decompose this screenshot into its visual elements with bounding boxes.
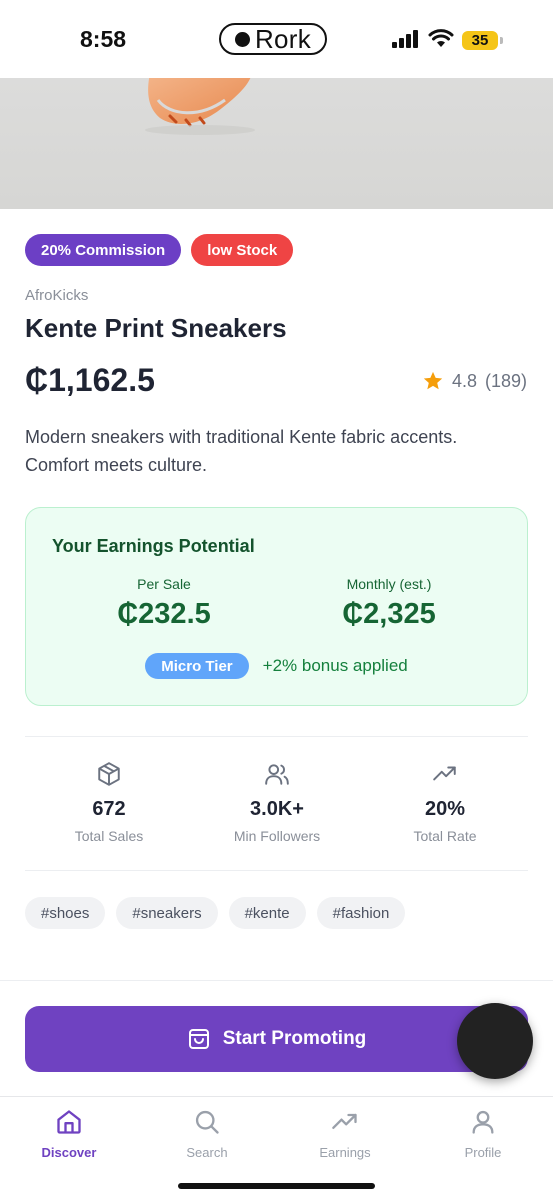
per-sale-column: Per Sale ₵232.5: [64, 576, 264, 631]
shopping-bag-icon: [188, 1029, 209, 1049]
stat-label: Total Rate: [413, 828, 477, 844]
tier-badge: Micro Tier: [145, 653, 249, 679]
tab-label: Search: [186, 1145, 228, 1160]
stat-value: 3.0K+: [250, 798, 304, 820]
brand-name: AfroKicks: [25, 287, 89, 304]
stats-row: 672 Total Sales 3.0K+ Min Followers 20% …: [25, 760, 528, 860]
tab-label: Profile: [464, 1145, 502, 1160]
per-sale-value: ₵232.5: [117, 598, 211, 630]
product-title: Kente Print Sneakers: [25, 313, 287, 343]
earnings-card: Your Earnings Potential Per Sale ₵232.5 …: [25, 507, 528, 706]
stat-total-sales: 672 Total Sales: [25, 760, 193, 844]
per-sale-label: Per Sale: [137, 576, 191, 592]
home-icon: [57, 1110, 81, 1134]
stat-total-rate: 20% Total Rate: [361, 760, 529, 844]
stat-label: Min Followers: [233, 828, 321, 844]
package-icon: [98, 762, 120, 786]
monthly-label: Monthly (est.): [346, 576, 432, 592]
tag-chip[interactable]: #shoes: [25, 897, 106, 929]
stat-label: Total Sales: [74, 828, 144, 844]
tab-search[interactable]: Search: [138, 1107, 276, 1160]
stat-min-followers: 3.0K+ Min Followers: [193, 760, 361, 844]
battery-indicator: 35: [462, 31, 498, 50]
sneaker-illustration: [145, 78, 255, 135]
cta-label: Start Promoting: [222, 1028, 367, 1049]
trending-up-icon: [332, 1113, 357, 1129]
product-price: ₵1,162.5: [25, 362, 155, 398]
status-bar: 8:58 Rork 35: [0, 0, 553, 78]
tab-profile[interactable]: Profile: [414, 1107, 552, 1160]
earnings-title: Your Earnings Potential: [52, 536, 255, 556]
users-icon: [265, 764, 289, 785]
battery-tip: [500, 37, 503, 44]
product-image: [0, 78, 553, 209]
commission-badge: 20% Commission: [25, 234, 182, 266]
stock-badge: low Stock: [191, 234, 294, 266]
tag-list: #shoes #sneakers #kente #fashion: [25, 897, 406, 929]
rating-value: 4.8: [451, 370, 477, 391]
review-count: (189): [484, 370, 527, 391]
divider: [25, 870, 528, 871]
badge-row: 20% Commission low Stock: [25, 234, 294, 266]
tag-chip[interactable]: #kente: [228, 897, 306, 929]
star-icon: [423, 371, 443, 390]
tag-chip[interactable]: #sneakers: [116, 897, 218, 929]
product-description: Modern sneakers with traditional Kente f…: [25, 427, 458, 475]
tab-label: Earnings: [319, 1145, 371, 1160]
stat-value: 672: [92, 798, 126, 820]
cellular-signal-icon: [392, 30, 418, 48]
monthly-value: ₵2,325: [342, 598, 436, 630]
tier-row: Micro Tier +2% bonus applied: [26, 653, 527, 679]
floating-action-button[interactable]: [457, 1003, 533, 1079]
trending-up-icon: [433, 766, 456, 781]
tab-earnings[interactable]: Earnings: [276, 1107, 414, 1160]
divider: [25, 736, 528, 737]
rating: 4.8 (189): [422, 370, 527, 392]
home-indicator: [178, 1183, 375, 1189]
search-icon: [195, 1110, 219, 1134]
status-time: 8:58: [80, 26, 127, 52]
island-label: Rork: [254, 23, 312, 54]
record-dot-icon: [234, 31, 250, 47]
user-icon: [472, 1110, 494, 1134]
tab-label: Discover: [41, 1145, 97, 1160]
start-promoting-button[interactable]: Start Promoting: [25, 1006, 528, 1072]
tag-chip[interactable]: #fashion: [316, 897, 406, 929]
tab-discover[interactable]: Discover: [0, 1107, 138, 1160]
wifi-icon: [428, 29, 454, 47]
stat-value: 20%: [424, 798, 466, 820]
bonus-text: +2% bonus applied: [262, 656, 408, 675]
dynamic-island: Rork: [219, 23, 327, 55]
monthly-column: Monthly (est.) ₵2,325: [289, 576, 489, 631]
